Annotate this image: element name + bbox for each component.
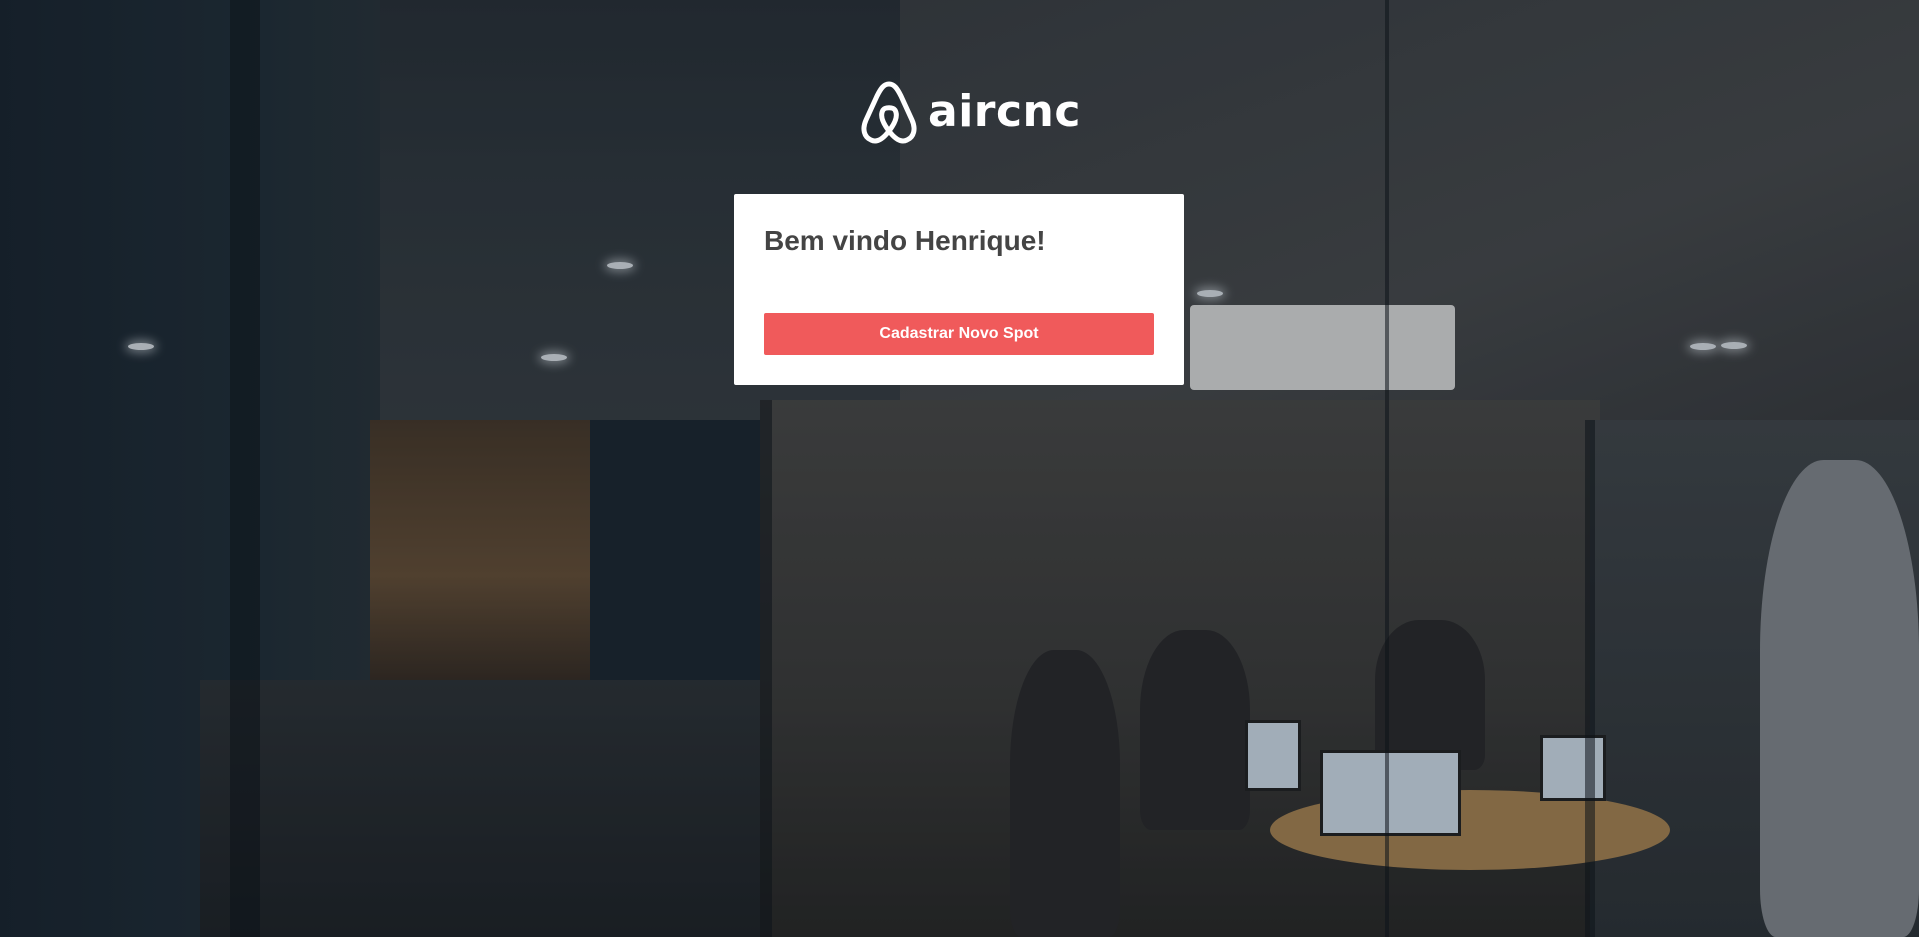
welcome-title: Bem vindo Henrique! xyxy=(764,225,1046,256)
airbnb-belo-icon xyxy=(861,81,917,144)
page: aircnc Bem vindo Henrique! Cadastrar Nov… xyxy=(0,0,1919,937)
new-spot-button[interactable]: Cadastrar Novo Spot xyxy=(764,313,1154,355)
logo: aircnc xyxy=(860,80,1081,144)
logo-text: aircnc xyxy=(928,86,1081,137)
welcome-card: Bem vindo Henrique! Cadastrar Novo Spot xyxy=(734,194,1184,385)
